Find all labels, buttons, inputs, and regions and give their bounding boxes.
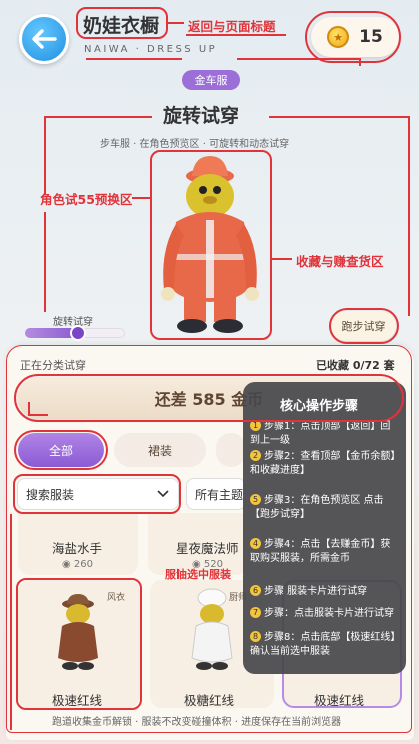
section-title: 旋转试穿 xyxy=(163,105,240,127)
back-button[interactable] xyxy=(19,14,69,64)
annotation-label: 角色试55预换区 xyxy=(40,192,133,207)
annotation-label: 服油选中服装 xyxy=(165,568,231,581)
annotation-box xyxy=(305,11,401,63)
annotation-box xyxy=(150,150,272,340)
annotation-label: 返回与页面标题 xyxy=(188,19,276,34)
page-subtitle: NAIWA · DRESS UP xyxy=(84,44,218,55)
annotation-box xyxy=(76,7,168,39)
rotate-slider-knob[interactable] xyxy=(70,325,86,341)
annotation-label: 收藏与赚查货区 xyxy=(296,254,384,269)
section-desc: 步车服 · 在角色预览区 · 可旋转和动态试穿 xyxy=(100,139,290,150)
arrow-left-icon xyxy=(32,29,57,49)
outfit-tag: 金车服 xyxy=(182,70,240,90)
annotation-box xyxy=(329,308,399,344)
annotation-box xyxy=(6,345,412,733)
